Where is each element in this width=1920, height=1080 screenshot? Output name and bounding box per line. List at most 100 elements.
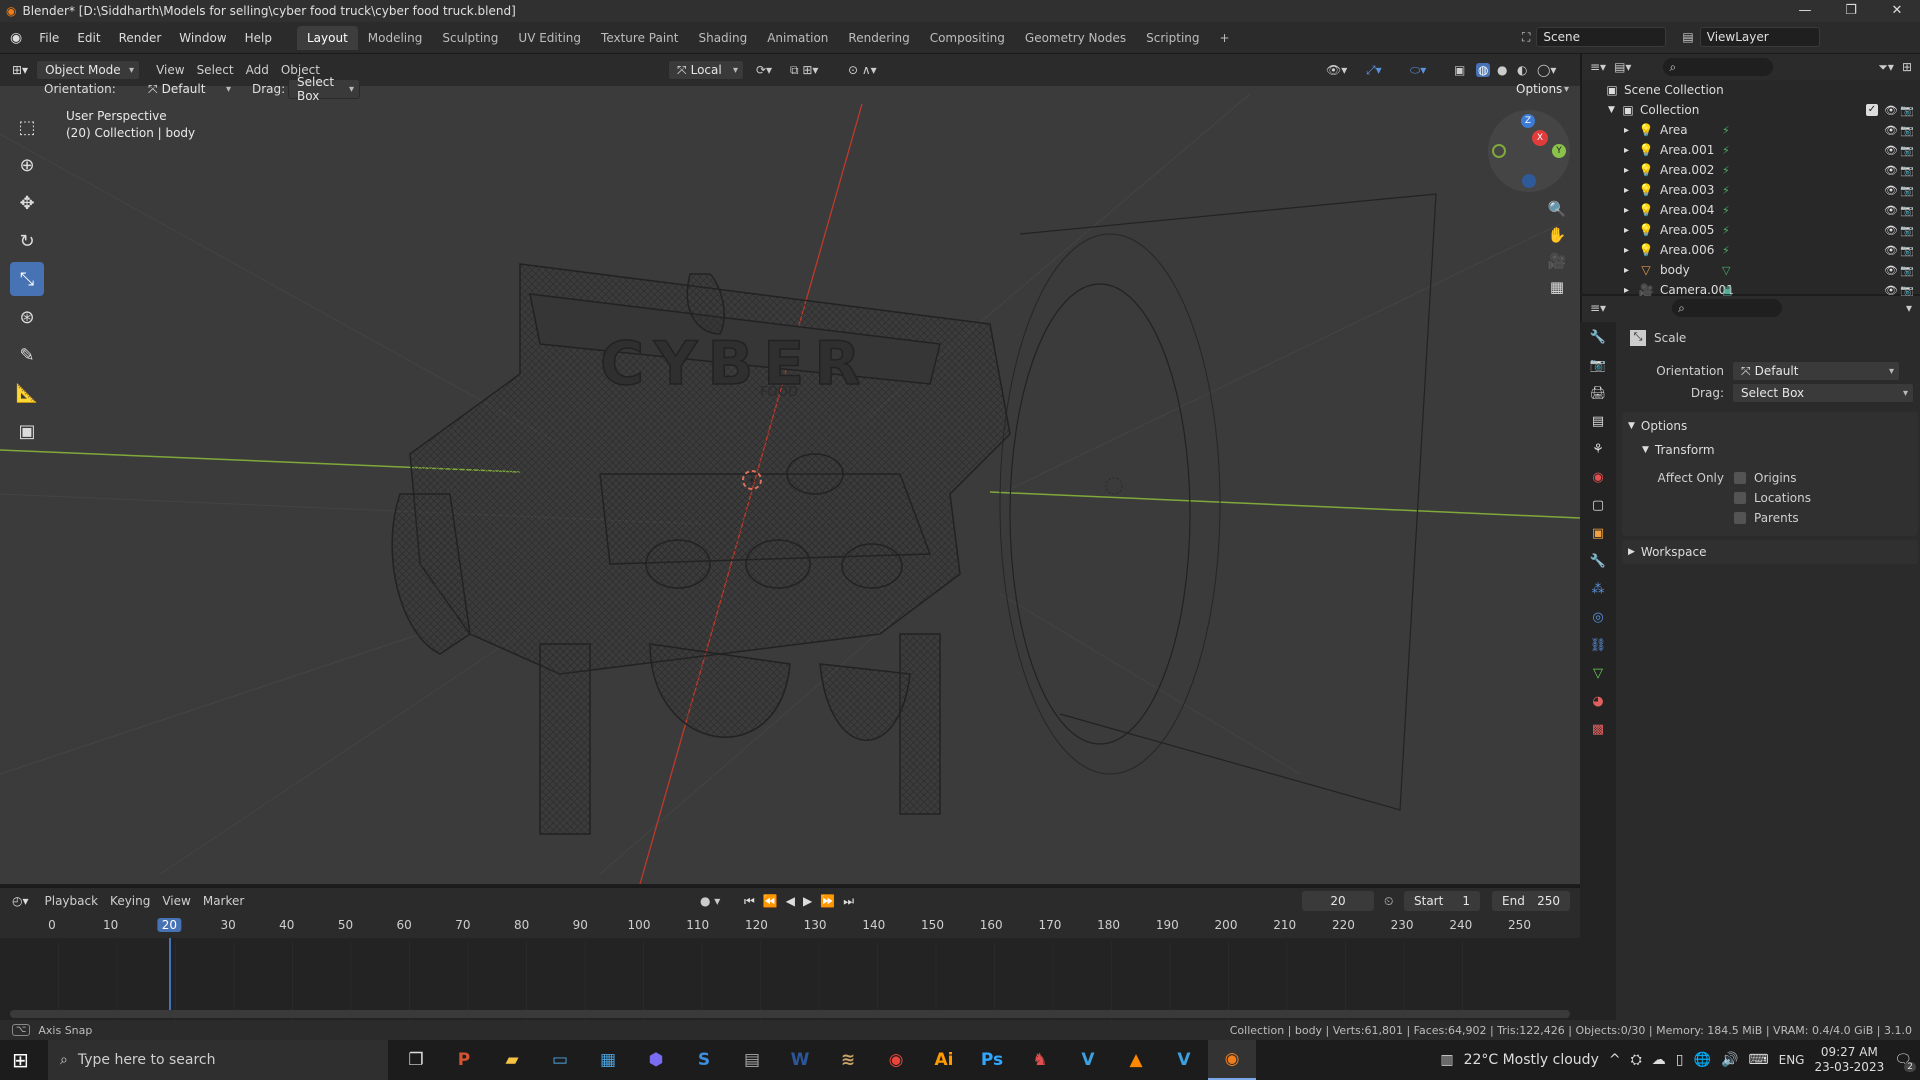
photoshop-icon[interactable]: Ps: [968, 1040, 1016, 1080]
tray-chevron-icon[interactable]: ^: [1609, 1052, 1621, 1068]
viewlayer-icon[interactable]: ▤: [1682, 30, 1693, 44]
play-reverse-icon[interactable]: ◀: [786, 894, 795, 909]
tab-sculpting[interactable]: Sculpting: [432, 26, 508, 50]
tab-layout[interactable]: Layout: [296, 25, 358, 50]
visibility-eye-icon[interactable]: 👁: [1884, 184, 1898, 197]
taskbar-search-input[interactable]: ⌕ Type here to search: [48, 1040, 388, 1080]
menu-timeline-view[interactable]: View: [156, 894, 196, 908]
physics-tab-icon[interactable]: ◎: [1584, 604, 1612, 630]
solid-shading-icon[interactable]: ●: [1497, 63, 1507, 77]
render-camera-icon[interactable]: 📷: [1900, 284, 1914, 297]
annotate-tool-icon[interactable]: ✎: [10, 338, 44, 372]
clock[interactable]: 09:27 AM 23-03-2023: [1814, 1045, 1884, 1075]
properties-editor-icon[interactable]: ≡▾: [1590, 301, 1606, 315]
filter-icon[interactable]: ⏷▾: [1878, 60, 1894, 75]
drag-dropdown[interactable]: Select Box: [288, 75, 360, 103]
menu-help[interactable]: Help: [236, 31, 281, 45]
windows-start-icon[interactable]: ⊞: [12, 1048, 29, 1072]
app-v-icon[interactable]: V: [1064, 1040, 1112, 1080]
app-v2-icon[interactable]: V: [1160, 1040, 1208, 1080]
menu-select[interactable]: Select: [191, 63, 240, 77]
tab-rendering[interactable]: Rendering: [838, 26, 919, 50]
visibility-eye-icon[interactable]: 👁: [1884, 204, 1898, 217]
render-camera-icon[interactable]: 📷: [1900, 224, 1914, 237]
jump-start-icon[interactable]: ⏮: [744, 894, 755, 909]
render-camera-icon[interactable]: 📷: [1900, 124, 1914, 137]
visibility-eye-icon[interactable]: 👁: [1884, 144, 1898, 157]
menu-keying[interactable]: Keying: [104, 894, 156, 908]
keyboard-icon[interactable]: ⌨: [1748, 1052, 1768, 1068]
chrome-icon[interactable]: ◉: [872, 1040, 920, 1080]
3d-viewport[interactable]: CYBER FOOD: [0, 74, 1580, 884]
camera-data-icon[interactable]: ▣: [1722, 284, 1732, 297]
navigation-gizmo[interactable]: Z X Y: [1488, 110, 1570, 192]
lamp-data-icon[interactable]: ⚡: [1722, 164, 1730, 177]
visibility-eye-icon[interactable]: 👁: [1884, 264, 1898, 277]
expand-arrow-icon[interactable]: ▸: [1624, 225, 1638, 236]
vlc-icon[interactable]: ▲: [1112, 1040, 1160, 1080]
render-camera-icon[interactable]: 📷: [1900, 264, 1914, 277]
app-stack-icon[interactable]: ≋: [824, 1040, 872, 1080]
object-tab-icon[interactable]: ▣: [1584, 520, 1612, 546]
visibility-eye-icon[interactable]: 👁: [1884, 284, 1898, 297]
app-hex-icon[interactable]: ⬢: [632, 1040, 680, 1080]
xray-toggle-icon[interactable]: ▣: [1454, 63, 1465, 77]
material-tab-icon[interactable]: ◕: [1584, 688, 1612, 714]
gizmo-neg-y[interactable]: [1492, 144, 1506, 158]
select-box-tool-icon[interactable]: ⬚: [10, 110, 44, 144]
minimize-button[interactable]: —: [1782, 0, 1828, 22]
play-icon[interactable]: ▶: [803, 894, 812, 909]
outliner-item[interactable]: ▸ 💡 Area.006 ⚡ 👁 📷: [1582, 240, 1920, 260]
tab-compositing[interactable]: Compositing: [920, 26, 1015, 50]
visibility-eye-icon[interactable]: 👁: [1884, 124, 1898, 137]
powerpoint-icon[interactable]: P: [440, 1040, 488, 1080]
add-workspace-button[interactable]: +: [1210, 26, 1240, 50]
display-mode-icon[interactable]: ▤▾: [1614, 60, 1631, 74]
tray-app-icon[interactable]: ⛭: [1631, 1052, 1642, 1068]
menu-marker[interactable]: Marker: [197, 894, 250, 908]
onedrive-icon[interactable]: ☁: [1652, 1052, 1666, 1068]
render-tab-icon[interactable]: 📷: [1584, 352, 1612, 378]
menu-playback[interactable]: Playback: [39, 894, 105, 908]
tab-uv-editing[interactable]: UV Editing: [508, 26, 591, 50]
outliner-item[interactable]: ▸ ▽ body ▽ 👁 📷: [1582, 260, 1920, 280]
transform-tool-icon[interactable]: ⊛: [10, 300, 44, 334]
end-frame-field[interactable]: End 250: [1492, 891, 1570, 911]
timeline-ruler[interactable]: 0 10 20 30 40 50 60 70 80 90 100 110 120 130 140 150 160…: [0, 914, 1580, 938]
tab-modeling[interactable]: Modeling: [358, 26, 433, 50]
visibility-eye-icon[interactable]: 👁: [1884, 104, 1898, 117]
timeline-editor-icon[interactable]: ◴▾: [0, 894, 39, 908]
close-button[interactable]: ✕: [1874, 0, 1920, 22]
render-camera-icon[interactable]: 📷: [1900, 184, 1914, 197]
measure-tool-icon[interactable]: 📐: [10, 376, 44, 410]
expand-arrow-icon[interactable]: ▸: [1624, 265, 1638, 276]
tool-tab-icon[interactable]: 🔧: [1584, 324, 1612, 350]
proportional-edit-icon[interactable]: ⊙ ∧▾: [848, 63, 877, 77]
prop-orientation-dropdown[interactable]: ⤧ Default: [1732, 361, 1900, 381]
snap-icon[interactable]: ⧉ ⊞▾: [790, 63, 818, 78]
monitor-app-icon[interactable]: ▭: [536, 1040, 584, 1080]
exclude-checkbox[interactable]: ✓: [1866, 104, 1878, 116]
add-cube-tool-icon[interactable]: ▣: [10, 414, 44, 448]
render-camera-icon[interactable]: 📷: [1900, 244, 1914, 257]
tab-geometry-nodes[interactable]: Geometry Nodes: [1015, 26, 1136, 50]
outliner-editor-icon[interactable]: ≡▾: [1590, 60, 1606, 74]
network-icon[interactable]: 🌐: [1694, 1052, 1711, 1068]
visibility-eye-icon[interactable]: 👁: [1884, 224, 1898, 237]
menu-add[interactable]: Add: [240, 63, 275, 77]
blender-menu-icon[interactable]: ◉: [0, 30, 30, 46]
preview-range-icon[interactable]: ⏲: [1384, 894, 1393, 909]
expand-arrow-icon[interactable]: ▸: [1624, 185, 1638, 196]
outliner-item[interactable]: ▸ 💡 Area.003 ⚡ 👁 📷: [1582, 180, 1920, 200]
cursor-tool-icon[interactable]: ⊕: [10, 148, 44, 182]
outliner-item[interactable]: ▸ 💡 Area.005 ⚡ 👁 📷: [1582, 220, 1920, 240]
outliner-scene-collection[interactable]: ▣ Scene Collection: [1582, 80, 1920, 100]
constraints-tab-icon[interactable]: ⛓: [1584, 632, 1612, 658]
lamp-data-icon[interactable]: ⚡: [1722, 184, 1730, 197]
next-keyframe-icon[interactable]: ⏩: [820, 894, 835, 909]
file-explorer-icon[interactable]: ▰: [488, 1040, 536, 1080]
lamp-data-icon[interactable]: ⚡: [1722, 124, 1730, 137]
editor-type-icon[interactable]: ⊞▾: [0, 63, 36, 77]
render-camera-icon[interactable]: 📷: [1900, 104, 1914, 117]
prev-keyframe-icon[interactable]: ⏪: [763, 894, 778, 909]
